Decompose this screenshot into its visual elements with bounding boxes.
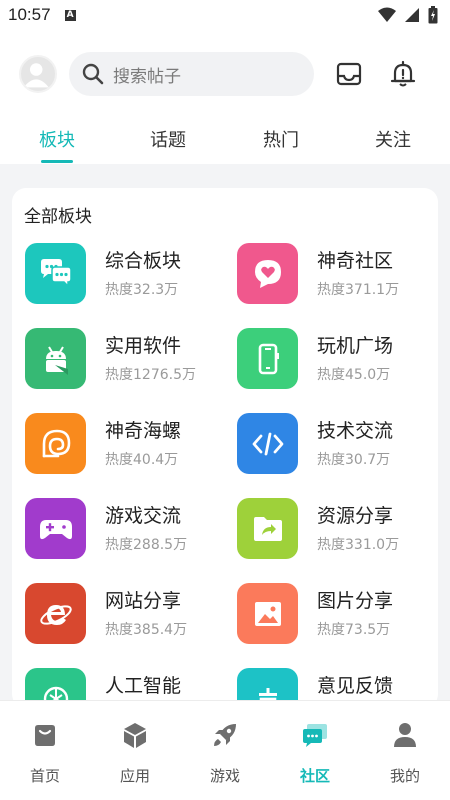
tab-boards[interactable]: 板块 [17, 120, 97, 162]
board-heat: 热度73.5万 [317, 622, 391, 638]
board-icon-tile [237, 243, 298, 304]
browser-icon [39, 604, 72, 625]
status-time: 10:57 [8, 5, 51, 24]
user-icon [394, 723, 416, 747]
board-item-website-share[interactable]: 网站分享 热度385.4万 [25, 583, 225, 645]
chat-bubbles-icon [40, 258, 72, 288]
boards-card: 全部板块 综合板块 热度32.3万 神奇社区 热度371.1万 实用软件 热度1… [12, 188, 438, 708]
board-heat: 热度45.0万 [317, 367, 391, 383]
board-name: 意见反馈 [317, 675, 394, 697]
board-heat: 热度288.5万 [105, 537, 188, 553]
board-icon-tile [237, 413, 298, 474]
board-icon-tile [25, 583, 86, 644]
nav-games[interactable]: 游戏 [180, 701, 270, 800]
tab-topics[interactable]: 话题 [128, 120, 208, 162]
battery-icon [428, 6, 438, 24]
signal-icon [405, 8, 419, 22]
rocket-icon [214, 724, 236, 746]
status-bar: 10:57 A [0, 0, 450, 30]
search-bar[interactable]: 搜索帖子 [69, 52, 314, 96]
board-name: 实用软件 [105, 335, 182, 357]
board-icon-tile [237, 498, 298, 559]
tab-bar: 板块 话题 热门 关注 [0, 120, 450, 164]
board-item-tech-exchange[interactable]: 技术交流 热度30.7万 [237, 413, 437, 475]
board-icon-tile [25, 328, 86, 389]
inbox-icon[interactable] [335, 60, 363, 88]
board-icon-tile [25, 413, 86, 474]
board-icon-tile [25, 243, 86, 304]
board-icon-tile [237, 328, 298, 389]
code-icon [252, 432, 283, 455]
notification-badge-icon: A [64, 9, 76, 21]
tab-indicator [41, 160, 73, 163]
gamepad-icon [39, 519, 72, 539]
board-item-useful-software[interactable]: 实用软件 热度1276.5万 [25, 328, 225, 390]
board-heat: 热度32.3万 [105, 282, 179, 298]
image-icon [254, 601, 281, 626]
phone-icon [258, 343, 279, 374]
nav-apps[interactable]: 应用 [90, 701, 180, 800]
board-heat: 热度331.0万 [317, 537, 400, 553]
heart-bubble-icon [254, 259, 281, 288]
tab-hot[interactable]: 热门 [241, 120, 321, 162]
board-heat: 热度371.1万 [317, 282, 400, 298]
board-name: 游戏交流 [105, 505, 182, 527]
search-icon [82, 63, 104, 85]
board-icon-tile [237, 583, 298, 644]
board-item-game-exchange[interactable]: 游戏交流 热度288.5万 [25, 498, 225, 560]
board-name: 资源分享 [317, 505, 394, 527]
search-placeholder: 搜索帖子 [113, 66, 181, 87]
board-item-magic-community[interactable]: 神奇社区 热度371.1万 [237, 243, 437, 305]
board-name: 图片分享 [317, 590, 394, 612]
board-name: 网站分享 [105, 590, 182, 612]
board-name: 技术交流 [317, 420, 394, 442]
tab-following[interactable]: 关注 [353, 120, 433, 162]
board-icon-tile [25, 498, 86, 559]
board-name: 神奇海螺 [105, 420, 182, 442]
android-icon [45, 345, 68, 375]
board-item-general[interactable]: 综合板块 热度32.3万 [25, 243, 225, 305]
share-folder-icon [253, 516, 282, 541]
board-item-image-share[interactable]: 图片分享 热度73.5万 [237, 583, 437, 645]
board-item-resource-share[interactable]: 资源分享 热度331.0万 [237, 498, 437, 560]
bottom-nav: 首页 应用 游戏 社区 我的 [0, 700, 450, 800]
nav-home[interactable]: 首页 [0, 701, 90, 800]
board-name: 神奇社区 [317, 250, 394, 272]
board-heat: 热度1276.5万 [105, 367, 196, 383]
cube-icon [124, 723, 146, 748]
wifi-icon [378, 7, 396, 22]
board-item-phone-square[interactable]: 玩机广场 热度45.0万 [237, 328, 437, 390]
nav-label: 游戏 [209, 767, 240, 785]
home-bag-icon [35, 725, 55, 746]
board-name: 玩机广场 [317, 335, 394, 357]
board-name: 人工智能 [105, 675, 182, 697]
conch-icon [42, 429, 70, 457]
nav-label: 首页 [29, 767, 60, 785]
nav-community[interactable]: 社区 [270, 701, 360, 800]
avatar[interactable] [19, 55, 57, 93]
bell-icon[interactable] [389, 60, 417, 88]
nav-label: 应用 [119, 767, 150, 785]
default-avatar-icon [23, 63, 49, 88]
nav-label: 社区 [299, 767, 330, 785]
top-bar: 搜索帖子 [0, 52, 450, 96]
board-heat: 热度385.4万 [105, 622, 188, 638]
community-icon [303, 724, 327, 747]
board-name: 综合板块 [105, 250, 182, 272]
board-heat: 热度30.7万 [317, 452, 391, 468]
board-item-magic-conch[interactable]: 神奇海螺 热度40.4万 [25, 413, 225, 475]
board-heat: 热度40.4万 [105, 452, 179, 468]
nav-mine[interactable]: 我的 [360, 701, 450, 800]
nav-label: 我的 [389, 767, 420, 785]
status-icons [378, 6, 438, 24]
section-title: 全部板块 [24, 207, 92, 227]
